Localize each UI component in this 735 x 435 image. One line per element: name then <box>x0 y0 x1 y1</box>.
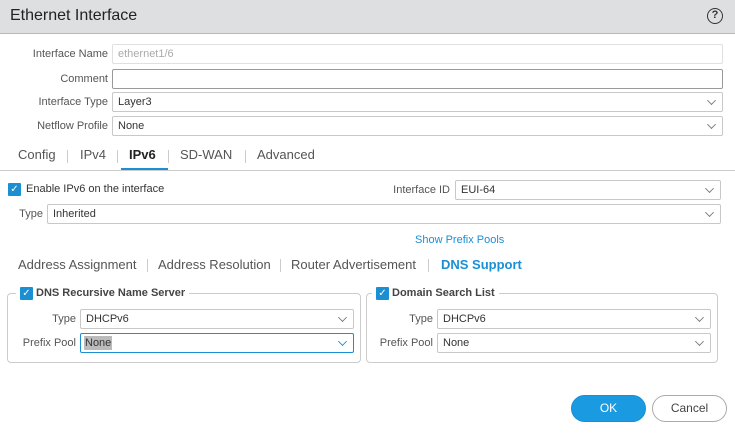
tabs-divider <box>0 170 735 171</box>
dns-prefix-pool-label: Prefix Pool <box>22 337 76 349</box>
tab-divider <box>117 150 118 163</box>
tab-divider <box>168 150 169 163</box>
tab-advanced[interactable]: Advanced <box>257 147 315 162</box>
type-label: Type <box>19 208 43 220</box>
netflow-profile-label: Netflow Profile <box>37 120 108 132</box>
dns-prefix-pool-value: None <box>84 336 113 350</box>
tab-divider <box>245 150 246 163</box>
subtab-divider <box>428 259 429 272</box>
dns-type-select[interactable]: DHCPv6 <box>80 309 354 329</box>
tab-divider <box>67 150 68 163</box>
domain-prefix-pool-label: Prefix Pool <box>379 337 433 349</box>
domain-search-checkbox[interactable]: ✓ <box>376 286 389 300</box>
interface-name-input: ethernet1/6 <box>112 44 723 64</box>
netflow-profile-select[interactable]: None <box>112 116 723 136</box>
chevron-down-icon <box>707 120 716 129</box>
dns-server-legend: ✓ DNS Recursive Name Server <box>16 286 190 300</box>
domain-prefix-pool-select[interactable]: None <box>437 333 711 353</box>
type-select[interactable]: Inherited <box>47 204 721 224</box>
subtab-dns-support[interactable]: DNS Support <box>441 257 522 272</box>
interface-type-value: Layer3 <box>118 96 152 108</box>
subtab-address-assignment[interactable]: Address Assignment <box>18 257 137 272</box>
interface-id-select[interactable]: EUI-64 <box>455 180 721 200</box>
dns-type-label: Type <box>52 313 76 325</box>
chevron-down-icon <box>695 313 704 322</box>
interface-type-label: Interface Type <box>38 96 108 108</box>
dns-server-label: DNS Recursive Name Server <box>36 287 186 299</box>
chevron-down-icon <box>338 313 347 322</box>
tab-sd-wan[interactable]: SD-WAN <box>180 147 232 162</box>
subtab-router-advertisement[interactable]: Router Advertisement <box>291 257 416 272</box>
netflow-profile-value: None <box>118 120 145 132</box>
subtab-divider <box>280 259 281 272</box>
tab-ipv6[interactable]: IPv6 <box>129 147 156 162</box>
tab-config[interactable]: Config <box>18 147 56 162</box>
comment-input[interactable] <box>112 69 723 89</box>
chevron-down-icon <box>695 337 704 346</box>
chevron-down-icon <box>338 337 347 346</box>
dns-prefix-pool-select[interactable]: None <box>80 333 354 353</box>
enable-ipv6-checkbox[interactable]: ✓ <box>8 183 21 196</box>
interface-name-label: Interface Name <box>32 48 108 60</box>
dns-type-value: DHCPv6 <box>86 313 129 325</box>
tab-ipv4[interactable]: IPv4 <box>80 147 106 162</box>
subtab-address-resolution[interactable]: Address Resolution <box>158 257 271 272</box>
enable-ipv6-label: Enable IPv6 on the interface <box>26 183 165 195</box>
domain-prefix-pool-value: None <box>443 337 470 349</box>
domain-type-select[interactable]: DHCPv6 <box>437 309 711 329</box>
interface-type-select[interactable]: Layer3 <box>112 92 723 112</box>
chevron-down-icon <box>707 96 716 105</box>
cancel-button[interactable]: Cancel <box>652 395 727 422</box>
chevron-down-icon <box>705 184 714 193</box>
type-value: Inherited <box>53 208 96 220</box>
show-prefix-pools-link[interactable]: Show Prefix Pools <box>415 234 504 246</box>
domain-type-value: DHCPv6 <box>443 313 486 325</box>
chevron-down-icon <box>705 208 714 217</box>
comment-label: Comment <box>60 73 108 85</box>
interface-id-value: EUI-64 <box>461 184 496 196</box>
subtab-divider <box>147 259 148 272</box>
dialog-title: Ethernet Interface <box>10 7 138 24</box>
ok-button[interactable]: OK <box>571 395 646 422</box>
domain-search-label: Domain Search List <box>392 287 495 299</box>
domain-search-legend: ✓ Domain Search List <box>372 286 499 300</box>
domain-type-label: Type <box>409 313 433 325</box>
help-icon[interactable]: ? <box>707 8 723 24</box>
interface-id-label: Interface ID <box>393 184 450 196</box>
dns-server-checkbox[interactable]: ✓ <box>20 286 33 300</box>
